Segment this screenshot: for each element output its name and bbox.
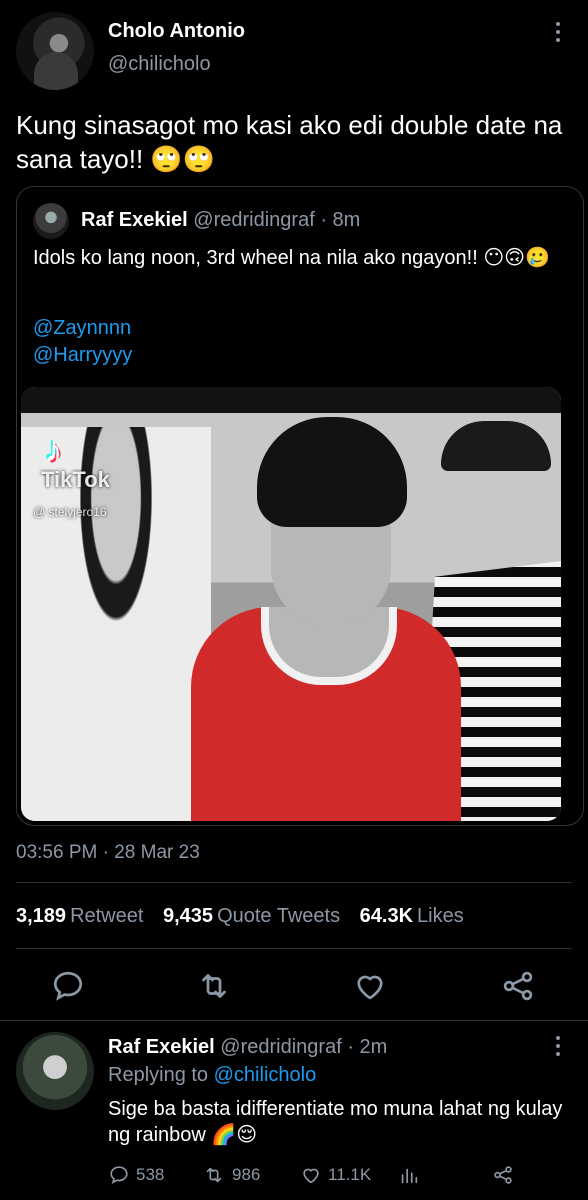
author-avatar[interactable] — [16, 12, 94, 90]
quoted-time: · 8m — [320, 209, 361, 231]
tiktok-logo-icon: ♪ — [45, 431, 62, 469]
reply-comment-count: 538 — [136, 1165, 165, 1184]
more-options-icon[interactable] — [548, 1036, 568, 1066]
share-icon[interactable] — [500, 968, 536, 1004]
reply-comment-button[interactable]: 538 — [108, 1162, 164, 1188]
quoted-author-avatar[interactable] — [33, 203, 69, 239]
reply-author-avatar[interactable] — [16, 1032, 94, 1110]
reply-retweet-button[interactable]: 986 — [202, 1162, 260, 1188]
reply-retweet-count: 986 — [232, 1165, 261, 1184]
tweet-stats: 3,189 Retweet 9,435 Quote Tweets 64.3K Like… — [16, 905, 478, 928]
quote-label[interactable]: Quote Tweets — [217, 905, 340, 927]
like-count[interactable]: 64.3K — [360, 905, 413, 927]
person-center — [171, 417, 461, 821]
divider — [0, 1020, 588, 1021]
retweet-icon — [206, 1167, 222, 1183]
replying-label: Replying to — [108, 1064, 209, 1086]
reply-text: Sige ba basta idifferentiate mo muna lah… — [108, 1098, 563, 1146]
retweet-count[interactable]: 3,189 — [16, 905, 66, 927]
reply-header: Raf Exekiel @redridingraf · 2m — [108, 1036, 387, 1059]
tweet-actions — [0, 960, 588, 1012]
share-icon — [494, 1166, 512, 1184]
heart-icon — [303, 1168, 319, 1184]
divider — [16, 882, 572, 883]
replying-to: Replying to @chilicholo — [108, 1064, 316, 1087]
tiktok-watermark: TikTok — [41, 467, 110, 492]
tweet-header: Cholo Antonio @chilicholo — [0, 0, 588, 100]
tiktok-username: @ stelyjero16 — [33, 505, 107, 519]
tweet-timestamp: 03:56 PM · 28 Mar 23 — [16, 842, 200, 863]
retweet-icon[interactable] — [196, 968, 232, 1004]
analytics-icon — [401, 1168, 418, 1184]
like-label[interactable]: Likes — [417, 905, 464, 927]
comment-icon — [110, 1166, 128, 1185]
author-handle[interactable]: @chilicholo — [108, 53, 211, 76]
divider — [16, 948, 572, 949]
quote-count[interactable]: 9,435 — [163, 905, 213, 927]
quoted-header: Raf Exekiel @redridingraf · 8m — [81, 209, 360, 232]
reply-like-count: 11.1K — [328, 1165, 372, 1184]
quoted-author-handle: @redridingraf — [193, 209, 315, 231]
quoted-text: Idols ko lang noon, 3rd wheel na nila ak… — [33, 247, 550, 269]
mention-link[interactable]: @Harryyyy — [33, 344, 132, 367]
comment-icon[interactable] — [50, 968, 86, 1004]
quoted-author-name: Raf Exekiel — [81, 209, 188, 231]
retweet-label[interactable]: Retweet — [70, 905, 143, 927]
mention-link[interactable]: @Zaynnnn — [33, 317, 131, 340]
reply-actions: 538 986 11.1K — [108, 1162, 548, 1188]
heart-icon[interactable] — [352, 968, 388, 1004]
reply-tweet[interactable]: Raf Exekiel @redridingraf · 2m Replying … — [0, 1022, 588, 1200]
reply-like-button[interactable]: 11.1K — [300, 1162, 371, 1188]
reply-time: · 2m — [347, 1036, 388, 1058]
quoted-tweet[interactable]: Raf Exekiel @redridingraf · 8m Idols ko … — [16, 186, 584, 826]
author-name[interactable]: Cholo Antonio — [108, 20, 245, 43]
replying-handle[interactable]: @chilicholo — [214, 1064, 317, 1086]
reply-share-button[interactable] — [492, 1162, 514, 1188]
reply-author-name[interactable]: Raf Exekiel — [108, 1036, 215, 1058]
more-options-icon[interactable] — [548, 22, 568, 54]
tweet-text: Kung sinasagot mo kasi ako edi double da… — [16, 110, 563, 174]
reply-analytics-button[interactable] — [398, 1162, 420, 1188]
quoted-media-image[interactable]: ♪ TikTok @ stelyjero16 — [21, 387, 561, 821]
reply-author-handle[interactable]: @redridingraf — [220, 1036, 341, 1058]
